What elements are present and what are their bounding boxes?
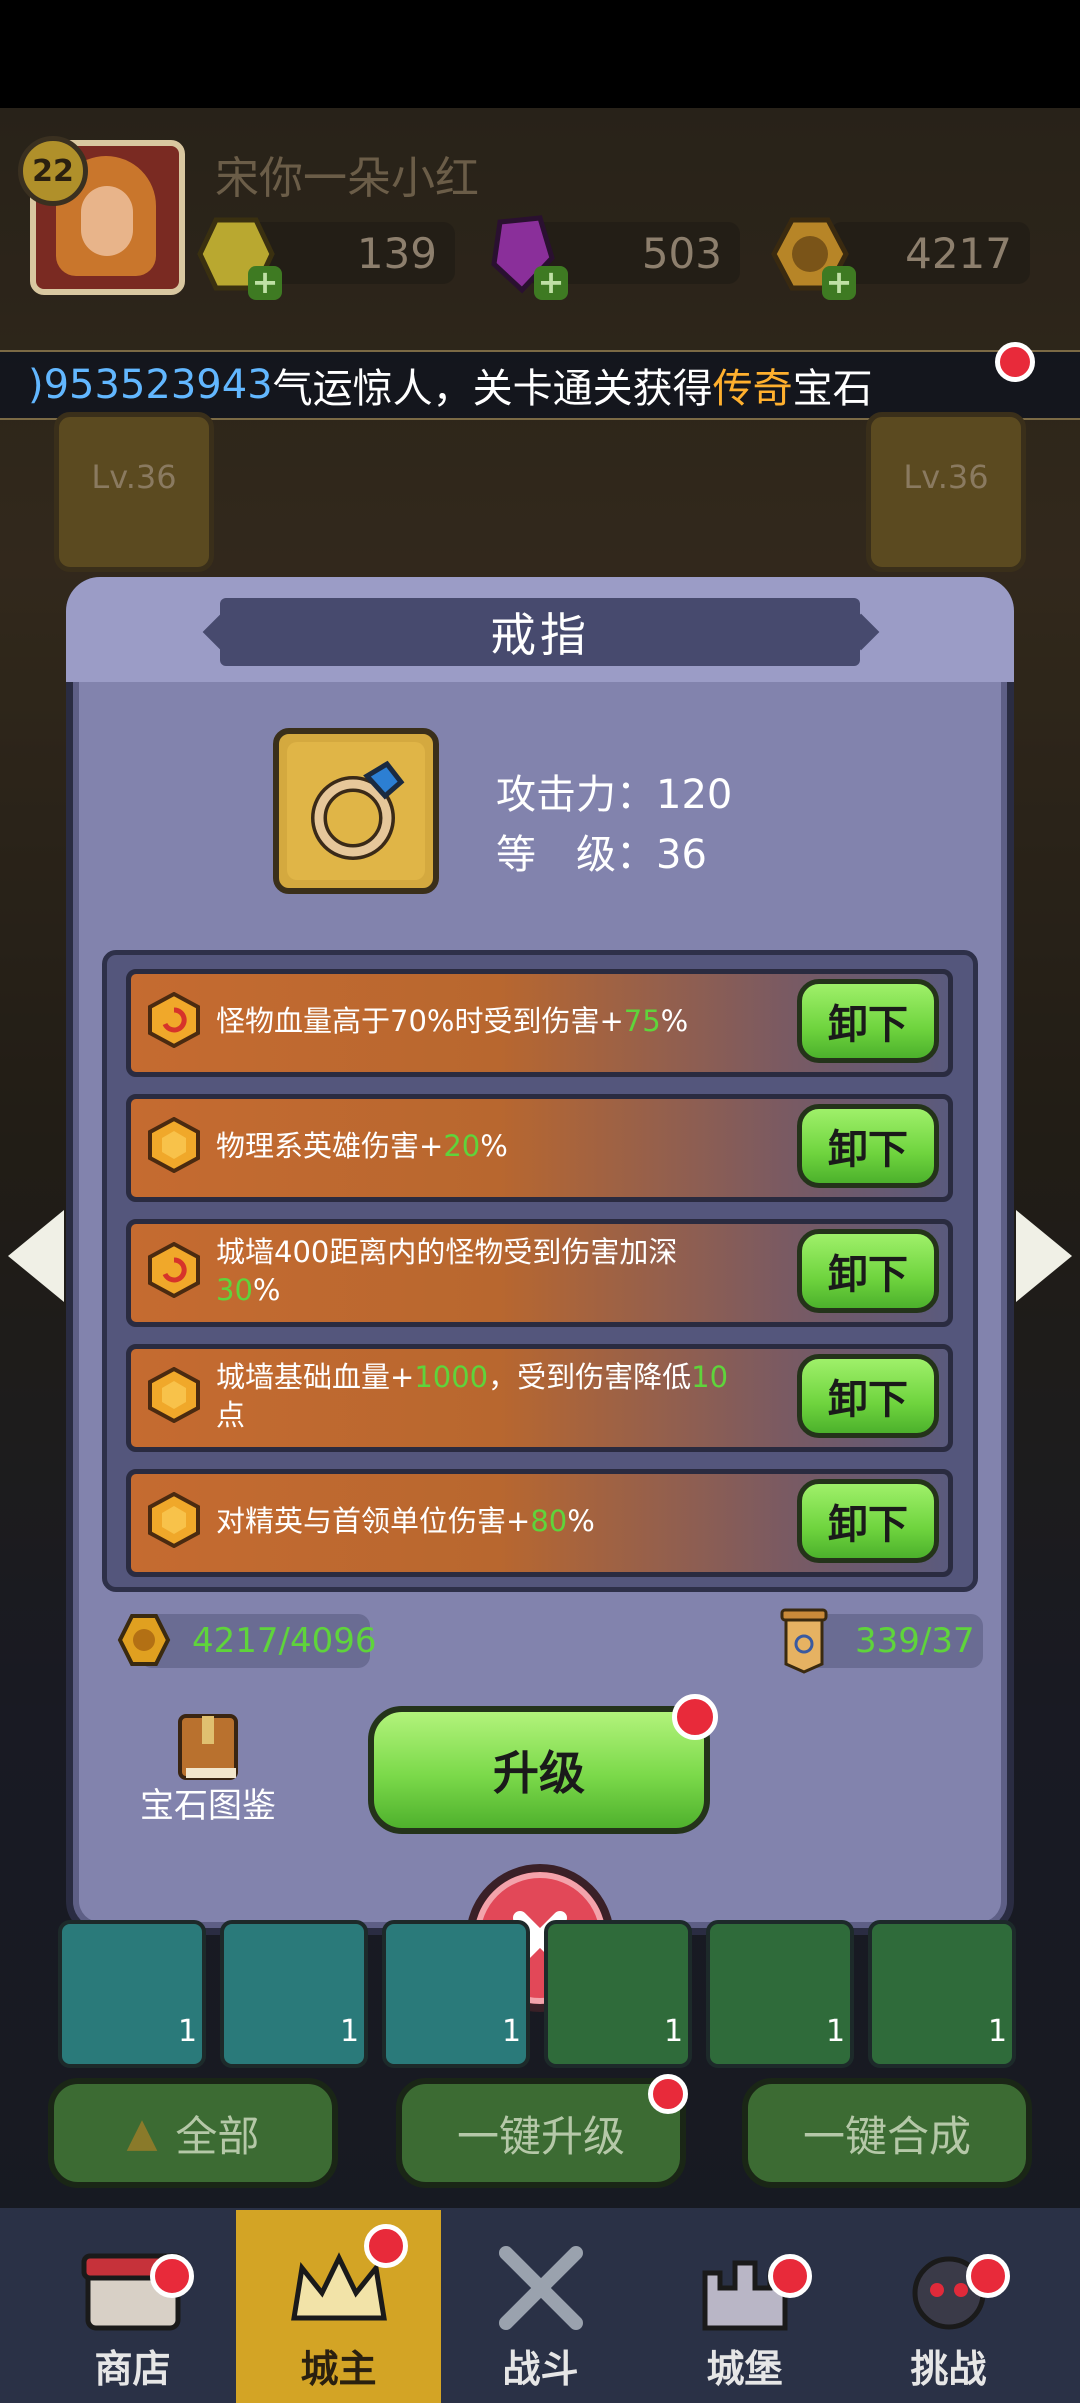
gem-effect-text: 城墙基础血量+1000，受到伤害降低10 点 — [216, 1360, 729, 1432]
attack-label: 攻击力： — [496, 772, 656, 818]
gem-count: 1 — [502, 2014, 522, 2049]
nav-lord-label: 城主 — [300, 2347, 377, 2391]
side-slot-left-level: Lv.36 — [91, 458, 177, 496]
shop-notification-dot — [150, 2254, 194, 2298]
coin-cost-counter: 4217/4096 — [140, 1614, 377, 1668]
nav-shop[interactable]: 商店 — [30, 2210, 235, 2403]
upgrade-button[interactable]: 升级 — [368, 1706, 710, 1834]
unequip-button[interactable]: 卸下 — [797, 1354, 939, 1438]
gold-gem-value: 139 — [356, 228, 437, 278]
attack-stat: 攻击力：120 — [496, 762, 732, 820]
coin-icon[interactable]: + — [770, 214, 856, 300]
filter-all-button[interactable]: ▲ 全部 — [48, 2078, 338, 2188]
swirl-gem-icon — [146, 991, 202, 1049]
add-crystal-icon[interactable]: + — [534, 266, 568, 300]
scroll-icon — [778, 1608, 830, 1674]
ring-icon — [311, 760, 405, 860]
gem-count: 1 — [178, 2014, 198, 2049]
nav-challenge-label: 挑战 — [910, 2347, 987, 2391]
unequip-button[interactable]: 卸下 — [797, 979, 939, 1063]
scroll-cost-value: 339/37 — [855, 1621, 975, 1661]
gem-count: 1 — [826, 2014, 846, 2049]
castle-notification-dot — [768, 2254, 812, 2298]
coin-counter: 4217 — [830, 222, 1030, 284]
hex-gem-icon — [146, 1366, 202, 1424]
side-slot-right-level: Lv.36 — [903, 458, 989, 496]
ring-item-slot — [273, 728, 439, 894]
filter-all-label: 全部 — [175, 2111, 260, 2161]
nav-lord[interactable]: 城主 — [236, 2210, 441, 2403]
unequip-button[interactable]: 卸下 — [797, 1104, 939, 1188]
add-coin-icon[interactable]: + — [822, 266, 856, 300]
coin-value: 4217 — [905, 228, 1012, 278]
merge-all-button[interactable]: 一键合成 — [742, 2078, 1032, 2188]
marquee-text-2: 宝石 — [792, 366, 873, 412]
hex-gem-icon — [146, 1491, 202, 1549]
unequip-button[interactable]: 卸下 — [797, 1479, 939, 1563]
marquee-highlight: 传奇 — [712, 366, 793, 412]
upgrade-all-button[interactable]: 一键升级 — [396, 2078, 686, 2188]
player-level-badge: 22 — [18, 136, 88, 206]
level-stat: 等 级：36 — [496, 822, 707, 880]
crossed-swords-icon — [498, 2246, 583, 2330]
gem-effect-text: 城墙400距离内的怪物受到伤害加深 30% — [216, 1235, 678, 1307]
nav-castle[interactable]: 城堡 — [642, 2210, 847, 2403]
gem-effect-text: 对精英与首领单位伤害+80% — [216, 1504, 595, 1538]
marquee-text-1: 气运惊人，关卡通关获得 — [272, 366, 713, 412]
gem-codex-label[interactable]: 宝石图鉴 — [140, 1778, 276, 1827]
coin-icon — [116, 1612, 172, 1668]
dialog-title: 戒指 — [220, 598, 860, 666]
challenge-notification-dot — [966, 2254, 1010, 2298]
prev-arrow-icon[interactable] — [8, 1210, 64, 1302]
hex-gem-icon — [146, 1116, 202, 1174]
nav-castle-label: 城堡 — [706, 2347, 783, 2391]
nav-shop-label: 商店 — [94, 2347, 171, 2391]
nav-battle[interactable]: 战斗 — [438, 2210, 643, 2403]
marquee-player-id: )953523943 — [28, 362, 273, 408]
upgrade-all-notification-dot — [648, 2074, 688, 2114]
notification-dot — [995, 342, 1035, 382]
attack-value: 120 — [656, 772, 733, 818]
next-arrow-icon[interactable] — [1016, 1210, 1072, 1302]
player-name: 宋你一朵小红 — [215, 153, 479, 204]
level-label: 等 级： — [496, 832, 656, 878]
gem-effect-text: 怪物血量高于70%时受到伤害+75% — [216, 1004, 689, 1038]
gem-effect-text: 物理系英雄伤害+20% — [216, 1129, 508, 1163]
lord-notification-dot — [364, 2224, 408, 2268]
unequip-button[interactable]: 卸下 — [797, 1229, 939, 1313]
triangle-icon: ▲ — [126, 2110, 158, 2156]
coin-cost-value: 4217/4096 — [192, 1621, 377, 1661]
gold-gem-icon[interactable]: + — [196, 214, 282, 300]
gem-count: 1 — [988, 2014, 1008, 2049]
announcement-marquee: )953523943 气运惊人，关卡通关获得 传奇 宝石 — [0, 350, 1080, 420]
crystal-value: 503 — [641, 228, 722, 278]
gem-count: 1 — [664, 2014, 684, 2049]
add-gold-gem-icon[interactable]: + — [248, 266, 282, 300]
purple-crystal-icon[interactable]: + — [482, 214, 568, 300]
level-value: 36 — [656, 832, 707, 878]
nav-challenge[interactable]: 挑战 — [846, 2210, 1051, 2403]
upgrade-notification-dot — [672, 1694, 718, 1740]
nav-battle-label: 战斗 — [502, 2347, 579, 2391]
status-bar — [0, 0, 1080, 108]
gem-codex-book-icon[interactable] — [172, 1712, 244, 1784]
gem-count: 1 — [340, 2014, 360, 2049]
swirl-gem-icon — [146, 1241, 202, 1299]
